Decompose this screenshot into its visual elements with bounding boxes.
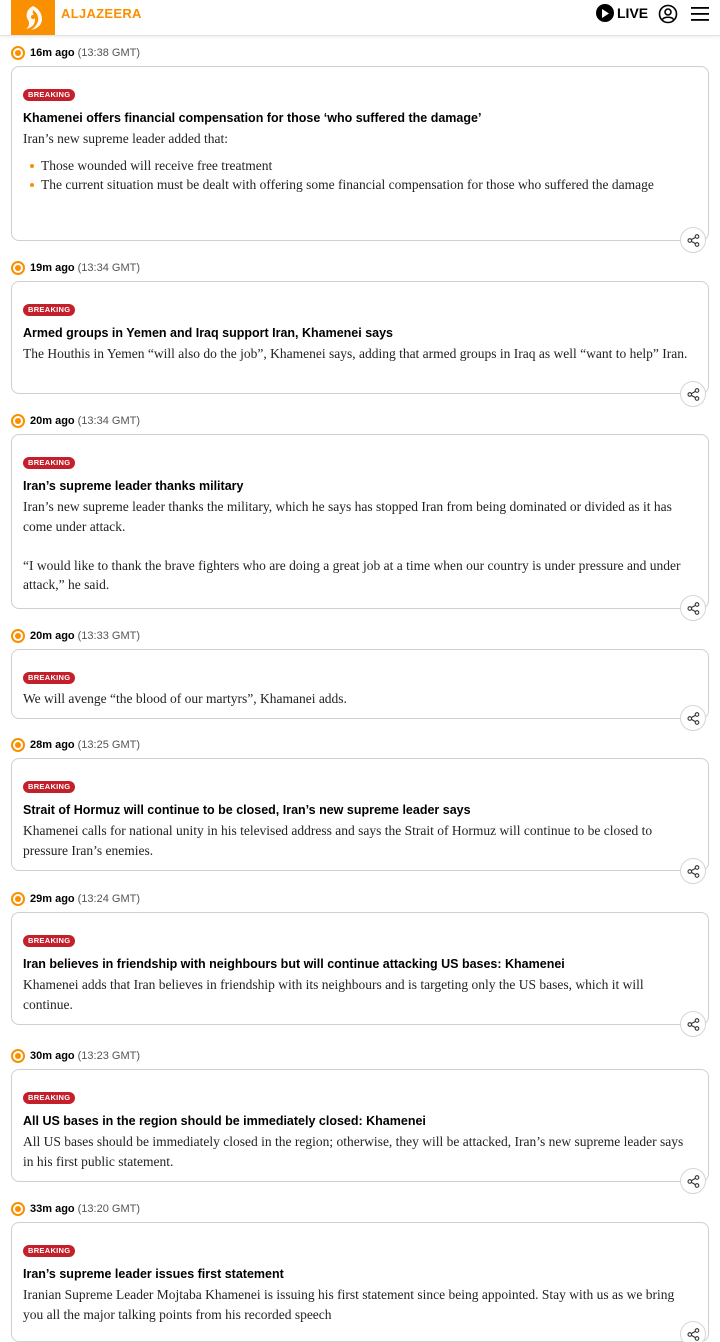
- post-paragraph: Khamenei calls for national unity in his…: [23, 823, 653, 858]
- share-icon: [686, 711, 699, 725]
- play-icon: [596, 4, 614, 22]
- timeline-dot-icon: [11, 46, 25, 60]
- timeline-dot-icon: [11, 1202, 25, 1216]
- post-body: We will avenge “the blood of our martyrs…: [23, 689, 694, 709]
- share-icon: [686, 864, 699, 878]
- time-gmt: (13:24 GMT): [77, 893, 140, 905]
- share-button[interactable]: [680, 227, 706, 253]
- post-body: Khamenei calls for national unity in his…: [23, 821, 694, 860]
- timeline-dot-icon: [11, 414, 25, 428]
- timeline-dot-icon: [11, 892, 25, 906]
- post-paragraph: All US bases should be immediately close…: [23, 1134, 684, 1169]
- breaking-badge: BREAKING: [23, 781, 76, 793]
- share-button[interactable]: [680, 1011, 706, 1037]
- post-card: BREAKING We will avenge “the blood of ou…: [11, 649, 709, 719]
- share-button[interactable]: [680, 381, 706, 407]
- post-paragraph: Iran’s new supreme leader thanks the mil…: [23, 499, 672, 534]
- post-paragraph: The Houthis in Yemen “will also do the j…: [23, 346, 688, 361]
- bullet-item: The current situation must be dealt with…: [23, 175, 694, 195]
- post-timestamp: 30m ago (13:23 GMT): [11, 1048, 140, 1064]
- time-gmt: (13:25 GMT): [77, 739, 140, 751]
- time-ago: 33m ago: [30, 1203, 75, 1215]
- post-paragraph: “I would like to thank the brave fighter…: [23, 557, 681, 593]
- post-headline: Iran believes in friendship with neighbo…: [23, 957, 565, 971]
- post-headline: Strait of Hormuz will continue to be clo…: [23, 803, 471, 817]
- post-card: BREAKING Iran’s supreme leader issues fi…: [11, 1222, 709, 1342]
- time-gmt: (13:38 GMT): [77, 47, 140, 59]
- time-ago: 29m ago: [30, 893, 75, 905]
- post-timestamp: 28m ago (13:25 GMT): [11, 737, 140, 753]
- post-timestamp: 20m ago (13:34 GMT): [11, 413, 140, 429]
- live-button[interactable]: LIVE: [596, 3, 648, 23]
- post-paragraph: Khamenei adds that Iran believes in frie…: [23, 977, 644, 1012]
- post-headline: All US bases in the region should be imm…: [23, 1114, 426, 1128]
- share-button[interactable]: [680, 705, 706, 731]
- share-button[interactable]: [680, 1321, 706, 1342]
- share-icon: [686, 233, 699, 247]
- share-icon: [686, 1017, 699, 1031]
- share-icon: [686, 1327, 699, 1341]
- post-paragraph: Iranian Supreme Leader Mojtaba Khamenei …: [23, 1287, 675, 1322]
- post-card: BREAKING Strait of Hormuz will continue …: [11, 758, 709, 871]
- breaking-badge: BREAKING: [23, 1245, 76, 1257]
- post-card: BREAKING Armed groups in Yemen and Iraq …: [11, 281, 709, 394]
- share-icon: [686, 601, 699, 615]
- share-button[interactable]: [680, 595, 706, 621]
- account-icon[interactable]: [658, 4, 678, 24]
- post-card: BREAKING Iran believes in friendship wit…: [11, 912, 709, 1025]
- time-ago: 28m ago: [30, 739, 75, 751]
- live-label: LIVE: [617, 5, 649, 21]
- post-paragraph: Iran’s new supreme leader added that:: [23, 131, 229, 146]
- time-gmt: (13:34 GMT): [77, 262, 140, 274]
- post-card: BREAKING Iran’s supreme leader thanks mi…: [11, 434, 709, 609]
- post-headline: Iran’s supreme leader thanks military: [23, 479, 244, 493]
- timeline-dot-icon: [11, 738, 25, 752]
- time-ago: 19m ago: [30, 262, 75, 274]
- post-body: Iran’s new supreme leader added that: Th…: [23, 129, 694, 195]
- post-paragraph: We will avenge “the blood of our martyrs…: [23, 691, 347, 706]
- post-body: Iran’s new supreme leader thanks the mil…: [23, 497, 694, 595]
- breaking-badge: BREAKING: [23, 304, 76, 316]
- breaking-badge: BREAKING: [23, 89, 76, 101]
- post-headline: Khamenei offers financial compensation f…: [23, 111, 482, 125]
- share-icon: [686, 1174, 699, 1188]
- post-timestamp: 19m ago (13:34 GMT): [11, 260, 140, 276]
- timeline-dot-icon: [11, 1049, 25, 1063]
- breaking-badge: BREAKING: [23, 457, 76, 469]
- time-ago: 16m ago: [30, 47, 75, 59]
- breaking-badge: BREAKING: [23, 1092, 76, 1104]
- post-body: All US bases should be immediately close…: [23, 1132, 694, 1171]
- time-ago: 30m ago: [30, 1050, 75, 1062]
- share-icon: [686, 387, 699, 401]
- time-ago: 20m ago: [30, 630, 75, 642]
- time-gmt: (13:34 GMT): [77, 415, 140, 427]
- logo-wordmark[interactable]: ALJAZEERA: [61, 6, 142, 21]
- menu-icon[interactable]: [691, 6, 709, 22]
- timeline-dot-icon: [11, 629, 25, 643]
- post-timestamp: 16m ago (13:38 GMT): [11, 45, 140, 61]
- share-button[interactable]: [680, 1168, 706, 1194]
- site-header: ALJAZEERA LIVE: [0, 0, 720, 36]
- post-body: Khamenei adds that Iran believes in frie…: [23, 975, 694, 1014]
- share-button[interactable]: [680, 858, 706, 884]
- time-gmt: (13:20 GMT): [77, 1203, 140, 1215]
- breaking-badge: BREAKING: [23, 935, 76, 947]
- post-body: Iranian Supreme Leader Mojtaba Khamenei …: [23, 1285, 694, 1324]
- post-card: BREAKING Khamenei offers financial compe…: [11, 66, 709, 241]
- post-timestamp: 29m ago (13:24 GMT): [11, 891, 140, 907]
- post-headline: Armed groups in Yemen and Iraq support I…: [23, 326, 394, 340]
- time-gmt: (13:33 GMT): [77, 630, 140, 642]
- post-timestamp: 33m ago (13:20 GMT): [11, 1201, 140, 1217]
- post-bullets: Those wounded will receive free treatmen…: [23, 156, 694, 195]
- post-card: BREAKING All US bases in the region shou…: [11, 1069, 709, 1182]
- bullet-item: Those wounded will receive free treatmen…: [23, 156, 694, 176]
- time-gmt: (13:23 GMT): [77, 1050, 140, 1062]
- time-ago: 20m ago: [30, 415, 75, 427]
- post-headline: Iran’s supreme leader issues first state…: [23, 1267, 284, 1281]
- post-body: The Houthis in Yemen “will also do the j…: [23, 344, 694, 364]
- breaking-badge: BREAKING: [23, 672, 76, 684]
- timeline-dot-icon: [11, 261, 25, 275]
- aljazeera-logo-icon[interactable]: [11, 0, 55, 35]
- post-timestamp: 20m ago (13:33 GMT): [11, 628, 140, 644]
